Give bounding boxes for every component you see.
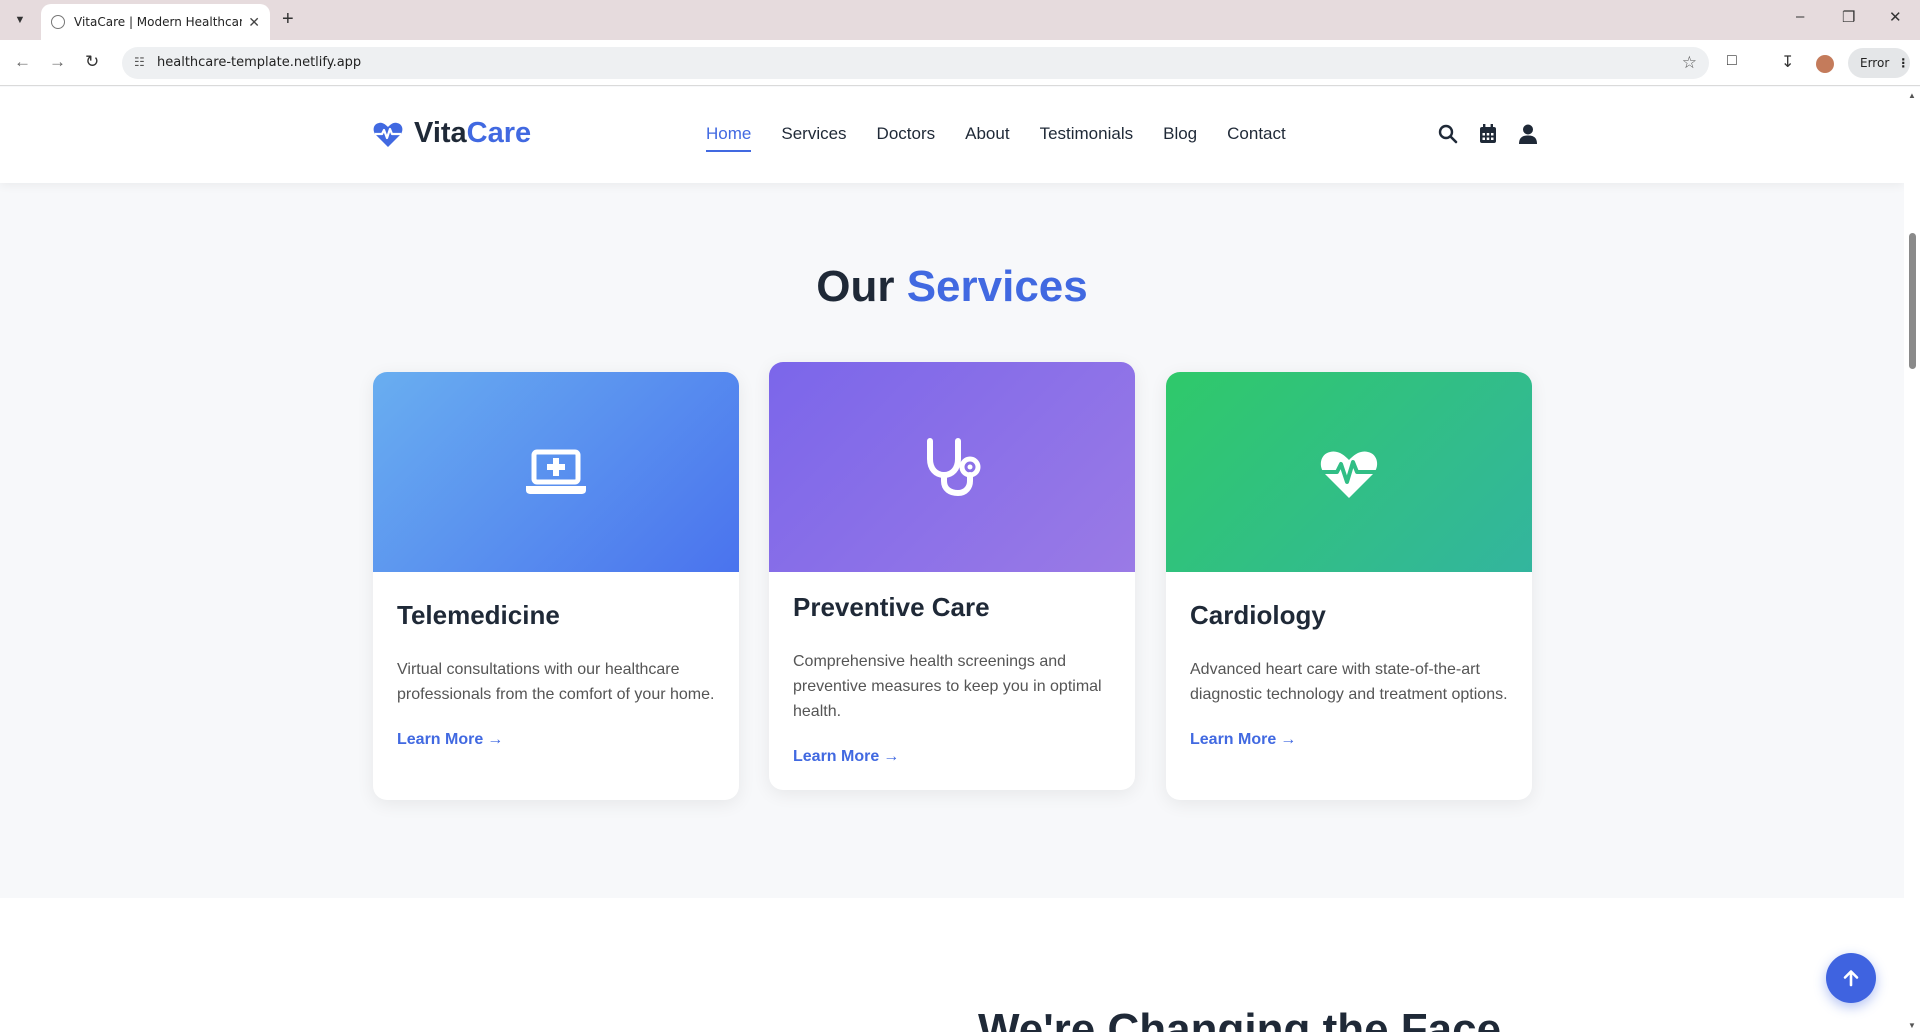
new-tab-icon[interactable]: +: [282, 8, 294, 31]
address-bar[interactable]: ☷ healthcare-template.netlify.app ☆: [122, 47, 1709, 79]
stethoscope-icon: [927, 438, 981, 497]
card-banner: [373, 372, 739, 572]
learn-more-link[interactable]: Learn More →: [793, 748, 899, 765]
globe-icon: [51, 15, 65, 29]
learn-more-link[interactable]: Learn More →: [1190, 731, 1296, 748]
main-navigation: Home Services Doctors About Testimonials…: [706, 124, 1286, 152]
extensions-icon[interactable]: □: [1727, 52, 1737, 70]
logo-text-vita: Vita: [414, 117, 467, 149]
back-icon[interactable]: ←: [14, 52, 31, 72]
profile-avatar[interactable]: [1816, 55, 1834, 73]
title-part-our: Our: [816, 262, 895, 311]
browser-toolbar: ← → ↻ ☷ healthcare-template.netlify.app …: [0, 40, 1920, 86]
header-actions: [1437, 123, 1539, 145]
arrow-right-icon: →: [1280, 731, 1297, 748]
nav-home[interactable]: Home: [706, 124, 752, 152]
arrow-right-icon: →: [487, 731, 504, 748]
menu-dots-icon: ⋮: [1897, 56, 1910, 70]
restore-icon[interactable]: ❐: [1842, 8, 1855, 26]
service-card-telemedicine: Telemedicine Virtual consultations with …: [373, 372, 739, 800]
close-window-icon[interactable]: ✕: [1889, 8, 1902, 26]
logo-text-care: Care: [466, 117, 532, 149]
about-section-title: We're Changing the Face: [978, 1005, 1502, 1032]
card-title: Preventive Care: [793, 592, 990, 622]
arrow-up-icon: [1843, 970, 1859, 987]
card-description: Advanced heart care with state-of-the-ar…: [1190, 661, 1508, 703]
site-header: Vita Care Home Services Doctors About Tes…: [0, 87, 1904, 183]
back-to-top-button[interactable]: [1826, 953, 1876, 1003]
card-title: Telemedicine: [397, 600, 560, 630]
service-card-preventive-care: Preventive Care Comprehensive health scr…: [769, 362, 1135, 790]
forward-icon[interactable]: →: [49, 52, 66, 72]
heart-pulse-icon: [1319, 451, 1379, 498]
laptop-medical-icon: [526, 449, 586, 494]
arrow-right-icon: →: [883, 748, 900, 765]
learn-more-link[interactable]: Learn More →: [397, 731, 503, 748]
site-logo[interactable]: Vita Care: [372, 117, 531, 150]
card-description: Virtual consultations with our healthcar…: [397, 661, 715, 703]
user-icon[interactable]: [1517, 123, 1539, 145]
service-card-cardiology: Cardiology Advanced heart care with stat…: [1166, 372, 1532, 800]
scroll-down-icon[interactable]: ▼: [1908, 1021, 1916, 1030]
reload-icon[interactable]: ↻: [85, 52, 99, 72]
page-scrollbar[interactable]: ▲ ▼: [1904, 87, 1920, 1032]
nav-about[interactable]: About: [965, 124, 1009, 152]
search-icon[interactable]: [1437, 123, 1459, 145]
browser-tabstrip: ▼ VitaCare | Modern Healthcare S ✕ + – ❐…: [0, 0, 1920, 40]
browser-tab-active[interactable]: VitaCare | Modern Healthcare S ✕: [41, 4, 270, 40]
nav-testimonials[interactable]: Testimonials: [1040, 124, 1134, 152]
site-info-icon[interactable]: ☷: [134, 55, 145, 69]
error-button[interactable]: Error ⋮: [1848, 48, 1910, 78]
heart-pulse-logo-icon: [373, 122, 403, 147]
scroll-up-icon[interactable]: ▲: [1908, 91, 1916, 100]
nav-blog[interactable]: Blog: [1163, 124, 1197, 152]
services-section-title: Our Services: [0, 262, 1904, 312]
learn-more-label: Learn More: [397, 731, 484, 748]
url-text: healthcare-template.netlify.app: [157, 55, 362, 70]
learn-more-label: Learn More: [793, 748, 880, 765]
nav-services[interactable]: Services: [781, 124, 846, 152]
minimize-icon[interactable]: –: [1796, 8, 1804, 25]
card-description: Comprehensive health screenings and prev…: [793, 653, 1102, 720]
bookmark-star-icon[interactable]: ☆: [1682, 53, 1697, 73]
page-viewport: Vita Care Home Services Doctors About Tes…: [0, 87, 1904, 1032]
nav-contact[interactable]: Contact: [1227, 124, 1286, 152]
scrollbar-thumb[interactable]: [1909, 233, 1916, 369]
nav-doctors[interactable]: Doctors: [877, 124, 936, 152]
tab-search-chevron-icon[interactable]: ▼: [9, 9, 31, 31]
about-section-background: [0, 898, 1904, 1032]
error-label: Error: [1860, 56, 1890, 70]
title-part-services: Services: [906, 262, 1088, 311]
learn-more-label: Learn More: [1190, 731, 1277, 748]
calendar-icon[interactable]: [1477, 123, 1499, 145]
card-banner: [769, 362, 1135, 572]
card-banner: [1166, 372, 1532, 572]
close-tab-icon[interactable]: ✕: [248, 14, 260, 31]
download-icon[interactable]: ↧: [1781, 52, 1794, 72]
tab-title: VitaCare | Modern Healthcare S: [74, 15, 242, 29]
card-title: Cardiology: [1190, 600, 1326, 630]
